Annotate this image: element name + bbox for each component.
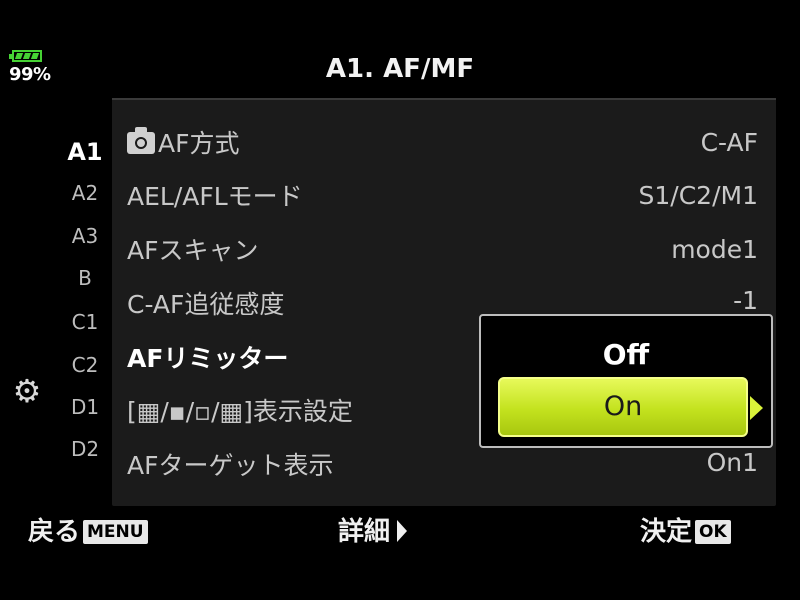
tab-a3[interactable]: A3 bbox=[60, 224, 110, 248]
row-ael-afl-mode[interactable]: AEL/AFLモード bbox=[127, 177, 303, 213]
tab-b[interactable]: B bbox=[60, 266, 110, 290]
tab-c2[interactable]: C2 bbox=[60, 353, 110, 377]
panel-divider bbox=[112, 98, 776, 100]
tab-d1[interactable]: D1 bbox=[60, 395, 110, 419]
tab-a1[interactable]: A1 bbox=[60, 138, 110, 166]
ok-badge: OK bbox=[695, 520, 731, 544]
row-value: S1/C2/M1 bbox=[638, 181, 758, 210]
row-af-target-display[interactable]: AFターゲット表示 bbox=[127, 446, 333, 482]
row-value: On1 bbox=[706, 448, 758, 477]
play-arrow-icon bbox=[397, 520, 408, 542]
camera-icon bbox=[127, 127, 155, 154]
row-value: C-AF bbox=[700, 128, 758, 157]
row-label: AF方式 bbox=[158, 129, 240, 158]
detail-label: 詳細 bbox=[338, 517, 391, 547]
row-caf-sensitivity[interactable]: C-AF追従感度 bbox=[127, 285, 284, 321]
back-button[interactable]: 戻る MENU bbox=[28, 511, 148, 548]
tab-d2[interactable]: D2 bbox=[60, 437, 110, 461]
back-label: 戻る bbox=[28, 517, 81, 547]
detail-button[interactable]: 詳細 bbox=[338, 511, 408, 548]
arrow-right-icon bbox=[750, 396, 763, 420]
option-off[interactable]: Off bbox=[479, 338, 773, 371]
menu-badge: MENU bbox=[83, 520, 148, 544]
row-display-settings[interactable]: [▦/▪/▫/▦]表示設定 bbox=[127, 392, 353, 428]
row-af-scan[interactable]: AFスキャン bbox=[127, 231, 258, 267]
gear-icon[interactable]: ⚙ bbox=[10, 374, 44, 408]
row-af-mode[interactable]: AF方式 bbox=[127, 124, 239, 160]
ok-button[interactable]: 決定 OK bbox=[640, 511, 731, 548]
ok-label: 決定 bbox=[640, 517, 693, 547]
option-on-highlighted[interactable]: On bbox=[498, 377, 748, 437]
page-title: A1. AF/MF bbox=[325, 54, 475, 84]
tab-c1[interactable]: C1 bbox=[60, 310, 110, 334]
row-af-limiter[interactable]: AFリミッター bbox=[127, 339, 288, 375]
tab-a2[interactable]: A2 bbox=[60, 181, 110, 205]
row-value: mode1 bbox=[671, 235, 758, 264]
row-value: -1 bbox=[733, 286, 758, 315]
